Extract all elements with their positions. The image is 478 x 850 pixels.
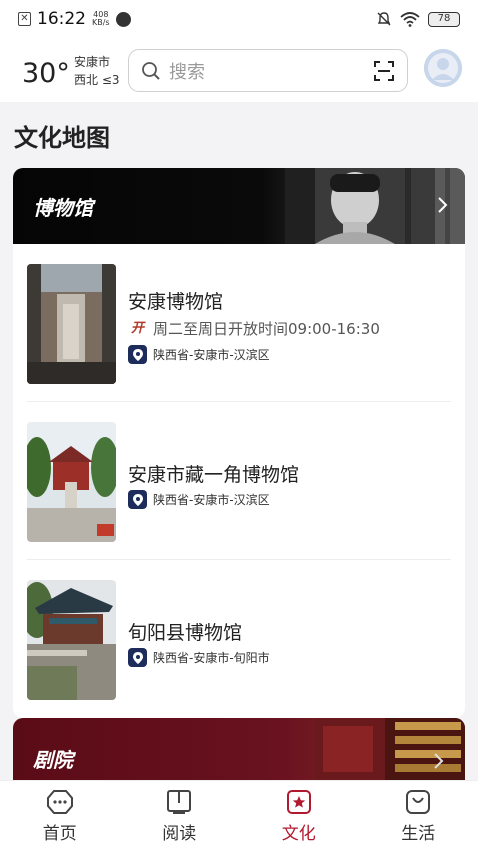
star-badge-icon [286, 790, 311, 814]
museum-photo [27, 264, 116, 384]
list-item[interactable]: 安康市藏一角博物馆 陕西省-安康市-汉滨区 [13, 402, 465, 560]
bottom-nav: 首页 阅读 文化 生活 [0, 780, 478, 850]
chevron-right-icon[interactable] [433, 752, 445, 770]
nav-label: 生活 [401, 824, 436, 844]
chevron-right-icon[interactable] [437, 196, 449, 214]
nav-item-home[interactable]: 首页 [0, 781, 120, 850]
user-avatar-icon [424, 49, 462, 87]
weather-city: 安康市 [74, 55, 111, 69]
nav-label: 文化 [281, 824, 316, 844]
wifi-icon [400, 12, 420, 27]
header: 30° 安康市 西北 ≤3 搜索 [0, 38, 478, 102]
nav-item-culture[interactable]: 文化 [239, 781, 359, 850]
museum-banner[interactable]: 博物馆 [13, 168, 465, 244]
location-pin-icon [128, 490, 147, 509]
search-input[interactable]: 搜索 [128, 49, 408, 92]
search-placeholder: 搜索 [169, 61, 205, 83]
net-speed: 408 KB/s [92, 11, 110, 27]
address: 陕西省-安康市-旬阳市 [128, 648, 270, 667]
hours-text: 周二至周日开放时间09:00-16:30 [153, 320, 380, 338]
museum-name: 安康市藏一角博物馆 [128, 464, 300, 486]
scan-icon[interactable] [373, 60, 395, 82]
nav-label: 阅读 [162, 824, 197, 844]
status-bar: ✕ 16:22 408 KB/s 78 [0, 0, 478, 38]
temperature: 30° [22, 58, 70, 89]
mute-bell-icon [377, 12, 391, 26]
address-text: 陕西省-安康市-旬阳市 [153, 651, 270, 665]
notification-x-icon: ✕ [18, 12, 31, 26]
location-pin-icon [128, 648, 147, 667]
home-chat-icon [46, 790, 73, 814]
opening-hours: 开 周二至周日开放时间09:00-16:30 [128, 318, 380, 339]
theater-banner[interactable]: 剧院 [13, 718, 465, 780]
address-text: 陕西省-安康市-汉滨区 [153, 348, 270, 362]
museum-name: 安康博物馆 [128, 291, 224, 313]
battery-indicator: 78 [428, 11, 460, 27]
bag-icon [406, 790, 431, 814]
theater-banner-title: 剧院 [33, 748, 73, 772]
nav-label: 首页 [42, 824, 77, 844]
museum-photo [27, 580, 116, 700]
museum-name: 旬阳县博物馆 [128, 622, 243, 644]
status-time: 16:22 [37, 9, 86, 29]
app-notification-icon [115, 11, 131, 27]
address: 陕西省-安康市-汉滨区 [128, 490, 270, 509]
nav-item-reading[interactable]: 阅读 [120, 781, 240, 850]
weather-wind: 西北 ≤3 [74, 73, 120, 87]
open-badge-icon: 开 [130, 321, 144, 336]
museum-banner-title: 博物馆 [33, 196, 93, 220]
location-pin-icon [128, 345, 147, 364]
museum-photo [27, 422, 116, 542]
avatar[interactable] [424, 49, 462, 87]
book-icon [167, 790, 192, 814]
list-item[interactable]: 安康博物馆 开 周二至周日开放时间09:00-16:30 陕西省-安康市-汉滨区 [13, 244, 465, 402]
address-text: 陕西省-安康市-汉滨区 [153, 493, 270, 507]
theater-image [315, 718, 465, 780]
list-item[interactable]: 旬阳县博物馆 陕西省-安康市-旬阳市 [13, 560, 465, 718]
net-speed-unit: KB/s [92, 18, 110, 27]
nav-item-life[interactable]: 生活 [359, 781, 478, 850]
address: 陕西省-安康市-汉滨区 [128, 345, 270, 364]
page-title: 文化地图 [14, 124, 110, 152]
museum-section: 博物馆 安康博物馆 开 周二至周日开放时间09:00-16:30 陕西省-安康市… [13, 168, 465, 718]
search-icon [142, 61, 160, 80]
